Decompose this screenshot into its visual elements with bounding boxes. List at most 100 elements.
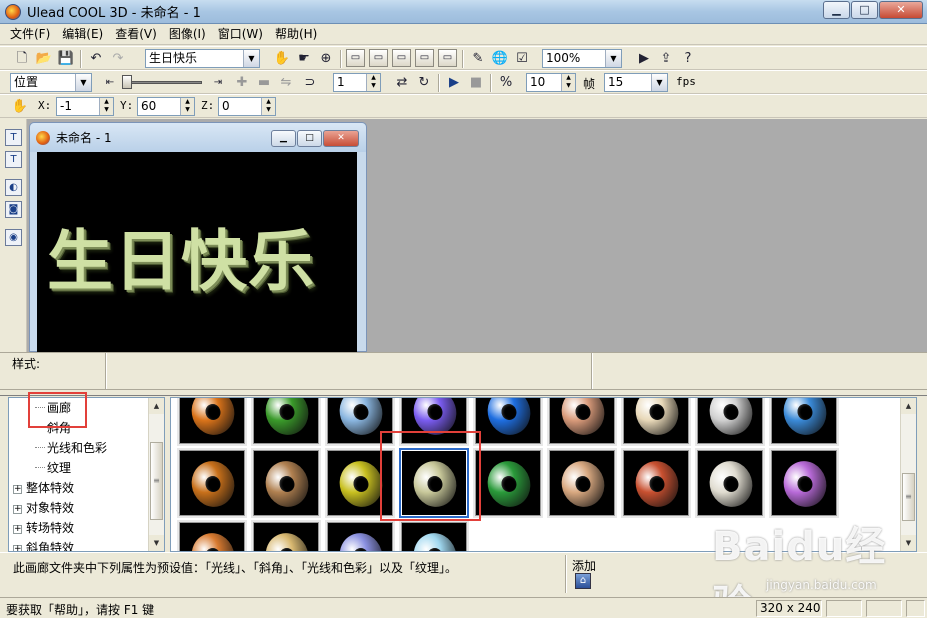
insert-shape-icon[interactable]: ◐ — [5, 179, 22, 196]
frames-count-input[interactable]: 10 ▲ ▼ — [526, 73, 576, 92]
gallery-thumbnail[interactable] — [473, 448, 543, 518]
gallery-thumbnail[interactable] — [325, 398, 395, 446]
play-icon[interactable]: ▶ — [444, 73, 464, 92]
add-key-icon[interactable]: ✚ — [232, 73, 252, 92]
select-object-icon[interactable]: ◙ — [5, 201, 22, 218]
gallery-thumbnail[interactable] — [621, 448, 691, 518]
geometry-icon[interactable]: ◉ — [5, 229, 22, 246]
percent-icon[interactable]: % — [496, 73, 516, 92]
y-input[interactable]: 60 ▲ ▼ — [137, 97, 195, 116]
frame-input[interactable]: 1 ▲ ▼ — [333, 73, 381, 92]
expand-icon[interactable]: + — [13, 545, 22, 551]
insert-text-icon[interactable]: T — [5, 129, 22, 146]
panel-splitter[interactable] — [0, 390, 927, 396]
scroll-up-icon[interactable]: ▲ — [901, 398, 916, 414]
reverse-key-icon[interactable]: ⇋ — [276, 73, 296, 92]
quality-icon[interactable]: ☑ — [512, 49, 532, 68]
gallery-thumbnail[interactable] — [769, 398, 839, 446]
tree-item[interactable]: 光线和色彩 — [9, 439, 107, 457]
save-icon[interactable]: 💾 — [56, 49, 76, 68]
first-frame-icon[interactable]: ⇤ — [100, 73, 120, 92]
hand-move-icon[interactable]: ✋ — [272, 49, 292, 68]
pingpong-icon[interactable]: ↻ — [414, 73, 434, 92]
loop-back-icon[interactable]: ⊃ — [300, 73, 320, 92]
gallery-thumbnail[interactable] — [251, 398, 321, 446]
maximize-button[interactable]: □ — [851, 1, 878, 19]
menu-window[interactable]: 窗口(W) — [212, 24, 269, 44]
tree-item[interactable]: 斜角 — [9, 419, 71, 437]
gallery-thumbnail[interactable] — [251, 520, 321, 551]
tree-item[interactable]: + 转场特效 — [9, 519, 74, 537]
doc-minimize-button[interactable]: ▁ — [271, 130, 296, 147]
expand-icon[interactable]: + — [13, 505, 22, 514]
gallery-thumbnail[interactable] — [399, 520, 469, 551]
doc-maximize-button[interactable]: □ — [297, 130, 322, 147]
scroll-thumb[interactable]: ≡ — [150, 442, 163, 520]
spin-arrows-icon[interactable]: ▲ ▼ — [261, 98, 275, 115]
gallery-thumbnail[interactable] — [547, 448, 617, 518]
gallery-thumbnail[interactable] — [325, 520, 395, 551]
gallery-thumbnail[interactable] — [177, 398, 247, 446]
new-file-icon[interactable]: 🗋 — [12, 49, 32, 68]
layout-side-icon[interactable]: ▭ — [392, 49, 411, 67]
gallery-thumbnail[interactable] — [695, 398, 765, 446]
x-input[interactable]: -1 ▲ ▼ — [56, 97, 114, 116]
spin-arrows-icon[interactable]: ▲ ▼ — [366, 74, 380, 91]
rotate-hand-icon[interactable]: ☛ — [294, 49, 314, 68]
spin-arrows-icon[interactable]: ▲ ▼ — [99, 98, 113, 115]
gallery-thumbnail[interactable] — [251, 448, 321, 518]
text-combo[interactable]: 生日快乐 ▼ — [145, 49, 260, 68]
fps-combo[interactable]: 15 ▼ — [604, 73, 668, 92]
open-folder-icon[interactable]: 📂 — [34, 49, 54, 68]
zoom-combo[interactable]: 100% ▼ — [542, 49, 622, 68]
tree-item[interactable]: 纹理 — [9, 459, 71, 477]
layout-top-icon[interactable]: ▭ — [369, 49, 388, 67]
minimize-button[interactable]: ▁ — [823, 1, 850, 19]
gallery-thumbnail[interactable] — [399, 398, 469, 446]
light-icon[interactable]: ✎ — [468, 49, 488, 68]
scroll-down-icon[interactable]: ▼ — [149, 535, 164, 551]
hand-icon[interactable]: ✋ — [10, 97, 30, 116]
gallery-thumbnail[interactable] — [547, 398, 617, 446]
expand-icon[interactable]: + — [13, 525, 22, 534]
menu-edit[interactable]: 编辑(E) — [56, 24, 109, 44]
tree-item[interactable]: 画廊 — [9, 399, 71, 417]
timeline-slider-thumb[interactable] — [122, 75, 132, 89]
spin-arrows-icon[interactable]: ▲ ▼ — [180, 98, 194, 115]
export-icon[interactable]: ⇪ — [656, 49, 676, 68]
play-preview-icon[interactable]: ▶ — [634, 49, 654, 68]
render-canvas[interactable]: 生日快乐 — [37, 152, 357, 352]
add-to-gallery-icon[interactable]: ⌂ — [575, 573, 591, 589]
gallery-thumbnail[interactable] — [695, 448, 765, 518]
layout-front-icon[interactable]: ▭ — [346, 49, 365, 67]
tree-item[interactable]: + 斜角特效 — [9, 539, 74, 551]
loop-icon[interactable]: ⇄ — [392, 73, 412, 92]
scroll-up-icon[interactable]: ▲ — [149, 398, 164, 414]
menu-view[interactable]: 查看(V) — [109, 24, 163, 44]
expand-icon[interactable]: + — [13, 485, 22, 494]
z-input[interactable]: 0 ▲ ▼ — [218, 97, 276, 116]
resize-grip-icon[interactable] — [906, 600, 925, 617]
last-frame-icon[interactable]: ⇥ — [208, 73, 228, 92]
tree-item[interactable]: + 整体特效 — [9, 479, 74, 497]
menu-help[interactable]: 帮助(H) — [269, 24, 323, 44]
undo-icon[interactable]: ↶ — [86, 49, 106, 68]
layout-bottom-icon[interactable]: ▭ — [438, 49, 457, 67]
gallery-thumbnail[interactable] — [769, 448, 839, 518]
gallery-thumbnail[interactable] — [473, 398, 543, 446]
redo-icon[interactable]: ↷ — [108, 49, 128, 68]
doc-close-button[interactable]: ✕ — [323, 130, 359, 147]
spin-arrows-icon[interactable]: ▲ ▼ — [561, 74, 575, 91]
help-pointer-icon[interactable]: ? — [678, 49, 698, 68]
mode-combo[interactable]: 位置 ▼ — [10, 73, 92, 92]
globe-icon[interactable]: 🌐 — [490, 49, 510, 68]
3d-text[interactable]: 生日快乐 — [47, 208, 315, 304]
tree-scrollbar[interactable]: ▲ ≡ ▼ — [148, 398, 164, 551]
stop-icon[interactable]: ■ — [466, 73, 486, 92]
timeline-slider-track[interactable] — [122, 81, 202, 84]
gallery-thumbnail[interactable] — [177, 448, 247, 518]
document-titlebar[interactable]: 未命名 - 1 ▁ □ ✕ — [30, 123, 366, 152]
gallery-thumbnail[interactable] — [177, 520, 247, 551]
menu-file[interactable]: 文件(F) — [4, 24, 56, 44]
size-icon[interactable]: ⊕ — [316, 49, 336, 68]
